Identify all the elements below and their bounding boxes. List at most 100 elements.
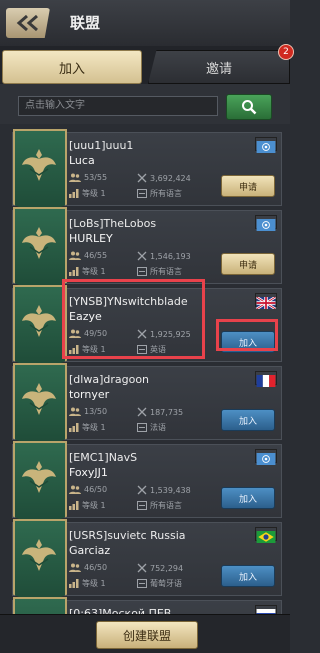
alliance-name: [0:63]Мосқой ПЕВ [69,607,172,614]
power-value: 752,294 [150,563,184,573]
language-stat: 所有语言 [137,500,182,511]
back-button[interactable] [6,8,50,38]
level-value: 等级 1 [82,267,106,276]
alliance-banner-icon [13,597,67,614]
language-value: 所有语言 [150,501,182,510]
alliance-banner-icon [13,441,67,527]
crossed-swords-icon [137,251,147,261]
crossed-swords-icon [137,563,147,573]
level-icon [69,579,79,588]
search-button[interactable] [226,94,272,120]
alliance-card[interactable]: [uuu1]uuu1 Luca 53/55 3,692,424 等级 1 所有语言 申请 [12,129,282,215]
alliance-name: [dlwa]dragoon [69,373,150,386]
alliance-card[interactable]: [LoBs]TheLobos HURLEY 46/55 1,546,193 等级 1 所有… [12,207,282,293]
highlight-box-alliance [62,279,205,359]
language-stat: 所有语言 [137,188,182,199]
search-input[interactable]: 点击输入文字 [18,96,218,116]
highlight-box-join-button [216,319,278,351]
level-stat: 等级 1 [69,500,106,511]
members-icon [69,485,81,494]
language-value: 葡萄牙语 [150,579,182,588]
crossed-swords-icon [137,407,147,417]
language-value: 所有语言 [150,189,182,198]
level-icon [69,423,79,432]
level-value: 等级 1 [82,579,106,588]
power-stat: 187,735 [137,407,183,417]
language-stat: 所有语言 [137,266,182,277]
alliance-card[interactable]: [dlwa]dragoon tornyer 13/50 187,735 等级 1 法语 加入 [12,363,282,449]
crossed-swords-icon [137,173,147,183]
alliance-name: [uuu1]uuu1 [69,139,134,152]
language-value: 所有语言 [150,267,182,276]
power-stat: 1,539,438 [137,485,191,495]
alliance-banner-icon [13,363,67,449]
alliance-list[interactable]: [uuu1]uuu1 Luca 53/55 3,692,424 等级 1 所有语言 申请 [L… [0,124,290,614]
crossed-swords-icon [137,485,147,495]
alliance-name: [USRS]suvietc Russia [69,529,186,542]
alliance-card[interactable]: [USRS]suvietc Russia Garciaz 46/50 752,294 等… [12,519,282,605]
language-icon [137,501,147,510]
alliance-leader: tornyer [69,388,110,401]
alliance-name: [EMC1]NavS [69,451,138,464]
search-icon [242,100,257,115]
create-alliance-button[interactable]: 创建联盟 [96,621,198,649]
language-icon [137,579,147,588]
language-value: 法语 [150,423,166,432]
tab-invite[interactable]: 邀请 [148,50,290,84]
join-button[interactable]: 加入 [221,487,275,509]
members-icon [69,563,81,572]
power-stat: 752,294 [137,563,183,573]
level-stat: 等级 1 [69,188,106,199]
power-value: 1,546,193 [150,251,191,261]
tab-join[interactable]: 加入 [2,50,142,84]
members-stat: 53/55 [69,173,107,182]
alliance-name: [LoBs]TheLobos [69,217,157,230]
power-stat: 1,546,193 [137,251,191,261]
level-stat: 等级 1 [69,266,106,277]
power-stat: 3,692,424 [137,173,191,183]
alliance-banner-icon [13,207,67,293]
members-stat: 46/50 [69,485,107,494]
members-stat: 13/50 [69,407,107,416]
members-count: 46/50 [84,563,108,572]
alliance-banner-icon [13,519,67,605]
members-icon [69,251,81,260]
power-value: 3,692,424 [150,173,191,183]
members-stat: 46/55 [69,251,107,260]
un-flag-icon [255,449,277,465]
page-title: 联盟 [70,14,101,32]
alliance-leader: Luca [69,154,95,167]
apply-button[interactable]: 申请 [221,253,275,275]
tab-bar: 加入 邀请 [0,46,290,84]
notification-badge: 2 [278,44,294,60]
language-icon [137,189,147,198]
title-bar: 联盟 [0,0,290,47]
level-value: 等级 1 [82,423,106,432]
alliance-leader: HURLEY [69,232,113,245]
members-count: 13/50 [84,407,108,416]
level-value: 等级 1 [82,189,106,198]
level-stat: 等级 1 [69,578,106,589]
join-button[interactable]: 加入 [221,565,275,587]
fr-flag-icon [255,371,277,387]
level-icon [69,501,79,510]
power-value: 1,539,438 [150,485,191,495]
members-count: 53/55 [84,173,108,182]
language-icon [137,267,147,276]
alliance-leader: FoxyJJ1 [69,466,108,479]
alliance-card[interactable]: [EMC1]NavS FoxyJJ1 46/50 1,539,438 等级 1 所有语言 加… [12,441,282,527]
alliance-card[interactable]: [0:63]Мосқой ПЕВ [12,597,282,614]
join-button[interactable]: 加入 [221,409,275,431]
language-stat: 法语 [137,422,166,433]
br-flag-icon [255,527,277,543]
un-flag-icon [255,137,277,153]
level-value: 等级 1 [82,501,106,510]
level-icon [69,267,79,276]
level-stat: 等级 1 [69,422,106,433]
ru-flag-icon [255,605,277,614]
language-stat: 葡萄牙语 [137,578,182,589]
members-count: 46/50 [84,485,108,494]
level-icon [69,189,79,198]
power-value: 187,735 [150,407,184,417]
apply-button[interactable]: 申请 [221,175,275,197]
